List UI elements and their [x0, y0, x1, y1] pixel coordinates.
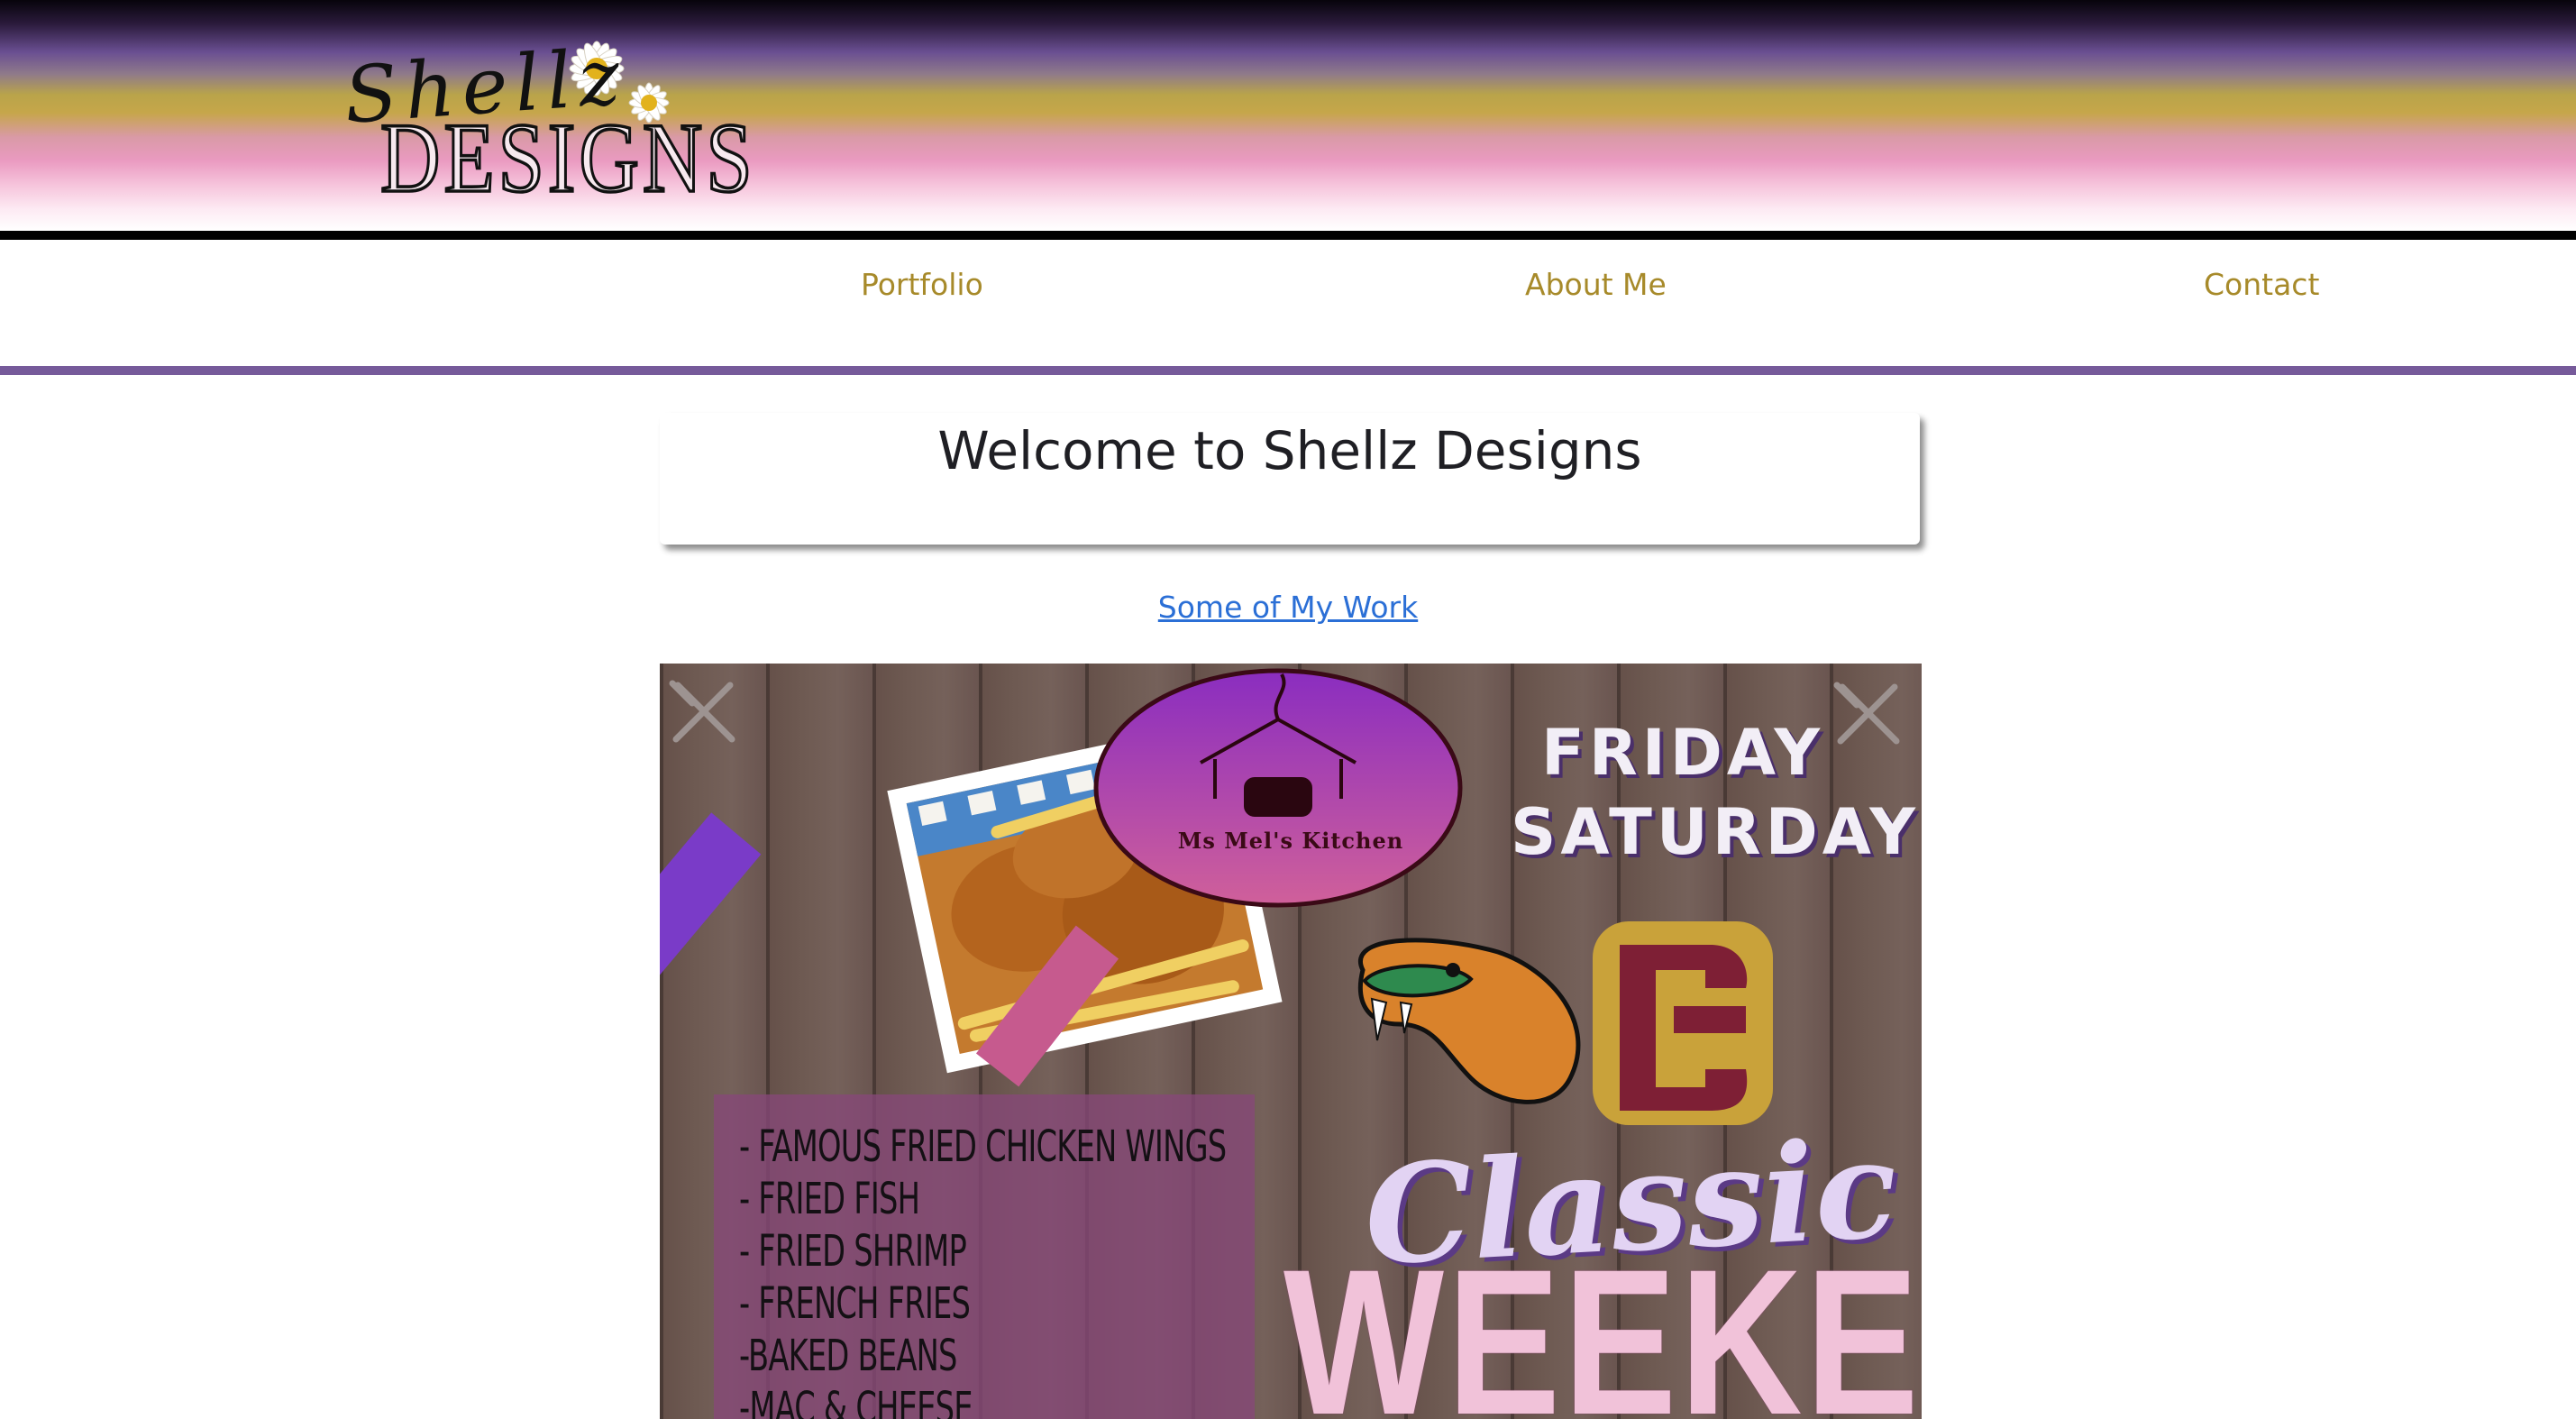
page-title: Welcome to Shellz Designs	[937, 420, 1642, 481]
menu-item: - FRIED SHRIMP	[739, 1226, 967, 1277]
nav-portfolio-link[interactable]: Portfolio	[861, 267, 983, 302]
headline-weekend: WEEKEND	[1283, 1226, 1922, 1419]
header-divider	[0, 231, 2576, 240]
nav-contact-link[interactable]: Contact	[2204, 267, 2319, 302]
menu-item: - FRENCH FRIES	[739, 1278, 971, 1329]
menu-item: - FRIED FISH	[739, 1174, 920, 1224]
menu-item: - FAMOUS FRIED CHICKEN WINGS	[739, 1121, 1227, 1172]
purple-tape	[660, 812, 762, 979]
day-friday: FRIDAY	[1541, 716, 1825, 790]
nav-divider	[0, 366, 2576, 375]
day-saturday: SATURDAY	[1511, 795, 1920, 869]
rattler-logo	[1357, 938, 1581, 1104]
menu-item: -MAC & CHEESE	[739, 1383, 973, 1419]
menu-list: - FAMOUS FRIED CHICKEN WINGS - FRIED FIS…	[714, 1094, 1255, 1419]
welcome-card: Welcome to Shellz Designs	[660, 413, 1920, 545]
bc-logo	[1593, 921, 1773, 1125]
logo-word-text: DESIGNS	[379, 101, 756, 215]
header-banner: Shellz DESIGNS	[0, 0, 2576, 231]
fork-knife-icon	[669, 680, 735, 743]
kitchen-name: Ms Mel's Kitchen	[1177, 828, 1404, 854]
nav-about-link[interactable]: About Me	[1525, 267, 1667, 302]
kitchen-logo	[1093, 668, 1463, 908]
fork-knife-icon	[1833, 682, 1900, 745]
main-nav: Portfolio About Me Contact	[0, 240, 2576, 366]
some-of-my-work-link[interactable]: Some of My Work	[0, 590, 2576, 625]
menu-item: -BAKED BEANS	[739, 1331, 957, 1381]
portfolio-flyer-image[interactable]: Ms Mel's Kitchen FRIDAY SATURDAY - FAMOU…	[660, 664, 1922, 1419]
site-logo[interactable]: Shellz DESIGNS	[335, 25, 754, 215]
